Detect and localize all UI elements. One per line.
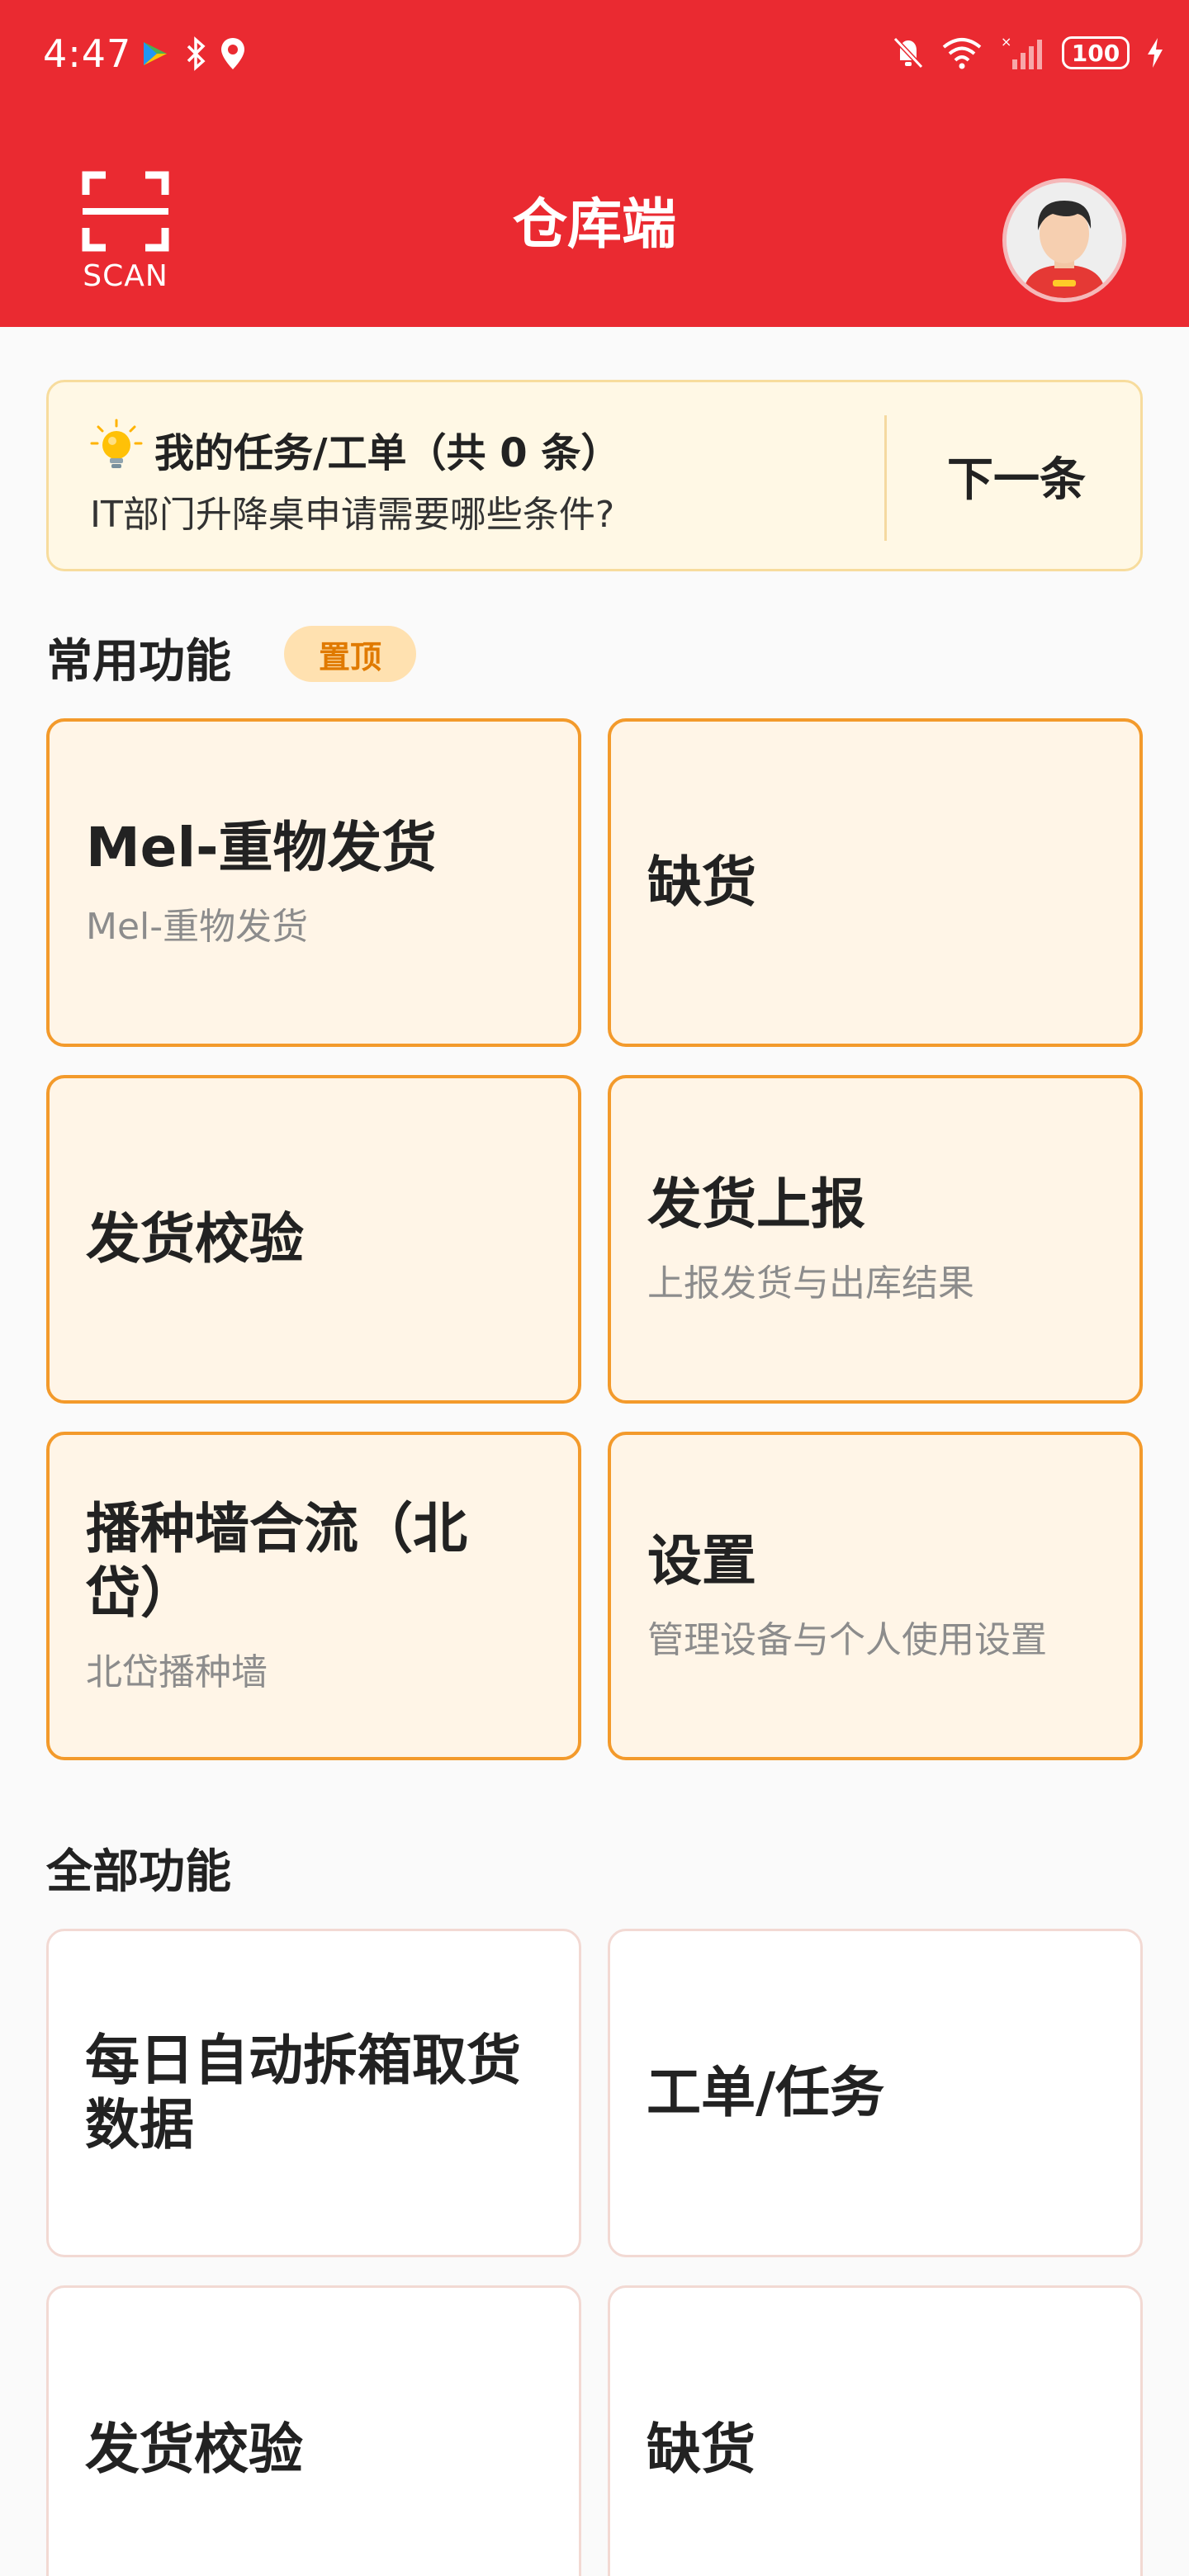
tile-subtitle: Mel-重物发货 (86, 906, 309, 948)
app-header: 4:47 × 100 SCAN 仓库端 (0, 0, 1189, 327)
tile-title: 缺货 (647, 850, 756, 914)
task-banner-subtitle: IT部门升降桌申请需要哪些条件? (90, 494, 615, 536)
battery-indicator: 100 (1062, 36, 1130, 69)
tile-subtitle: 管理设备与个人使用设置 (647, 1619, 1047, 1661)
tile-subtitle: 北岱播种墙 (86, 1651, 268, 1693)
tile-title: 发货校验 (85, 2417, 303, 2481)
function-tile-work-orders[interactable]: 工单/任务 (608, 1929, 1143, 2257)
tile-title: 设置 (647, 1529, 756, 1593)
function-tile-out-of-stock[interactable]: 缺货 (608, 2285, 1143, 2576)
app-notification-icon (144, 42, 167, 65)
task-banner-title: 我的任务/工单（共 0 条） (154, 430, 621, 476)
tile-title: Mel-重物发货 (86, 816, 437, 879)
favorite-tile-out-of-stock[interactable]: 缺货 (608, 718, 1143, 1047)
tile-title: 发货上报 (647, 1172, 865, 1236)
wifi-icon (942, 38, 982, 69)
scan-label: SCAN (83, 259, 168, 293)
task-banner-divider (884, 415, 887, 541)
charging-icon (1148, 38, 1163, 68)
user-avatar-icon (1007, 182, 1122, 298)
task-banner[interactable]: 我的任务/工单（共 0 条） IT部门升降桌申请需要哪些条件? 下一条 (46, 380, 1143, 571)
status-time: 4:47 (43, 31, 132, 76)
muted-bell-icon (893, 36, 924, 69)
tile-title: 工单/任务 (647, 2061, 885, 2124)
favorites-heading: 常用功能 (46, 635, 231, 689)
tile-title: 播种墙合流（北岱） (86, 1497, 467, 1625)
pin-badge[interactable]: 置顶 (284, 626, 416, 682)
function-tile-auto-unboxing[interactable]: 每日自动拆箱取货数据 (46, 1929, 581, 2257)
tile-title: 每日自动拆箱取货数据 (85, 2029, 521, 2157)
favorite-tile-settings[interactable]: 设置 管理设备与个人使用设置 (608, 1432, 1143, 1760)
tile-subtitle: 上报发货与出库结果 (647, 1262, 974, 1305)
status-right-icons: × 100 (892, 35, 1164, 71)
signal-icon: × (1001, 35, 1042, 69)
tile-title: 发货校验 (86, 1207, 304, 1271)
tile-title: 缺货 (647, 2417, 756, 2481)
lightbulb-icon (90, 419, 143, 468)
next-task-button[interactable]: 下一条 (888, 382, 1145, 569)
status-left-icons (139, 36, 246, 71)
function-tile-shipping-check[interactable]: 发货校验 (46, 2285, 581, 2576)
all-functions-heading: 全部功能 (46, 1845, 231, 1899)
favorite-tile-shipping-report[interactable]: 发货上报 上报发货与出库结果 (608, 1075, 1143, 1404)
favorite-tile-sorting-wall[interactable]: 播种墙合流（北岱） 北岱播种墙 (46, 1432, 581, 1760)
favorite-tile-heavy-shipping[interactable]: Mel-重物发货 Mel-重物发货 (46, 718, 581, 1047)
favorite-tile-shipping-check[interactable]: 发货校验 (46, 1075, 581, 1404)
svg-text:×: × (1001, 35, 1011, 50)
location-icon (221, 38, 244, 69)
avatar[interactable] (1002, 178, 1126, 302)
bluetooth-icon (187, 36, 206, 71)
status-bar: 4:47 × 100 (0, 0, 1189, 107)
